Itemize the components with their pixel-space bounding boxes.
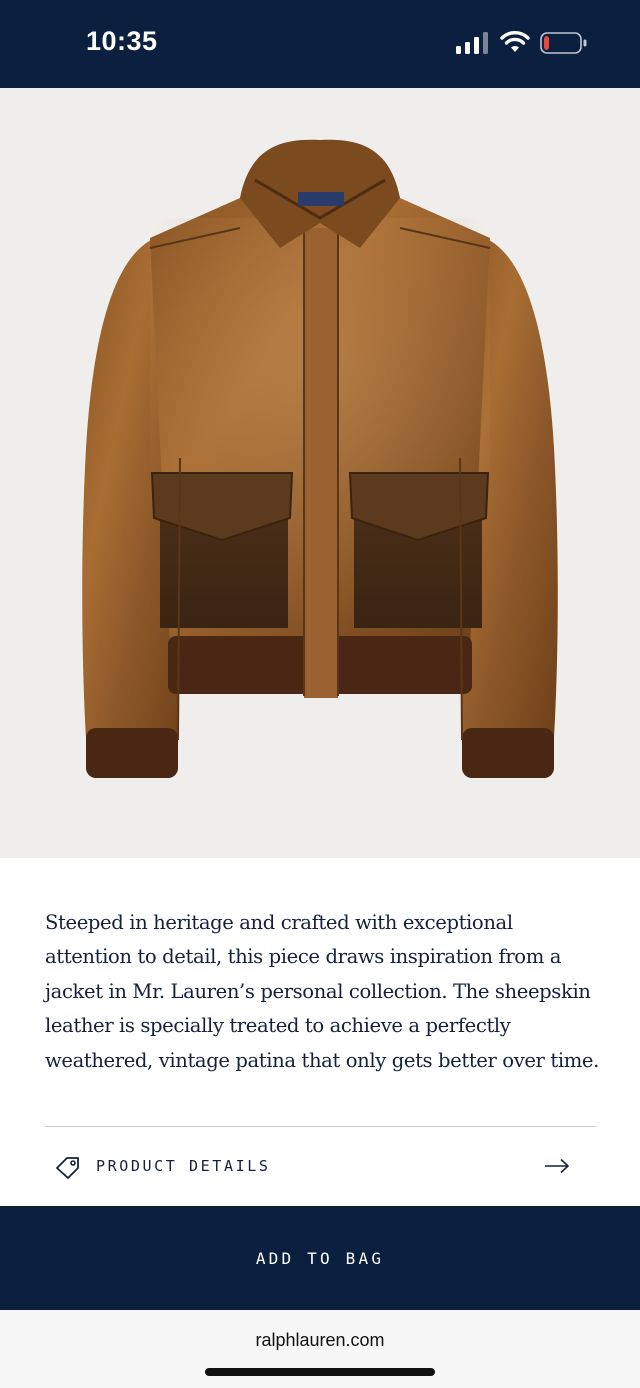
product-details-label: PRODUCT DETAILS [96,1157,271,1175]
product-image [0,88,640,858]
status-time: 10:35 [86,26,158,56]
battery-low-icon [540,32,587,54]
url-text[interactable]: ralphlauren.com [0,1330,640,1351]
status-bar: 10:35 [0,0,640,88]
browser-url-bar[interactable]: ralphlauren.com [0,1310,640,1388]
tag-icon [56,1157,79,1179]
leather-jacket-image [82,139,558,778]
arrow-right-icon [545,1158,570,1174]
status-icons [456,30,587,58]
cellular-signal-icon [456,32,488,54]
home-indicator[interactable] [205,1368,435,1376]
wifi-icon [500,31,530,52]
product-details-link[interactable]: PRODUCT DETAILS [45,1127,596,1205]
add-to-bag-button[interactable]: ADD TO BAG [0,1206,640,1310]
product-description: Steeped in heritage and crafted with exc… [45,911,599,1072]
